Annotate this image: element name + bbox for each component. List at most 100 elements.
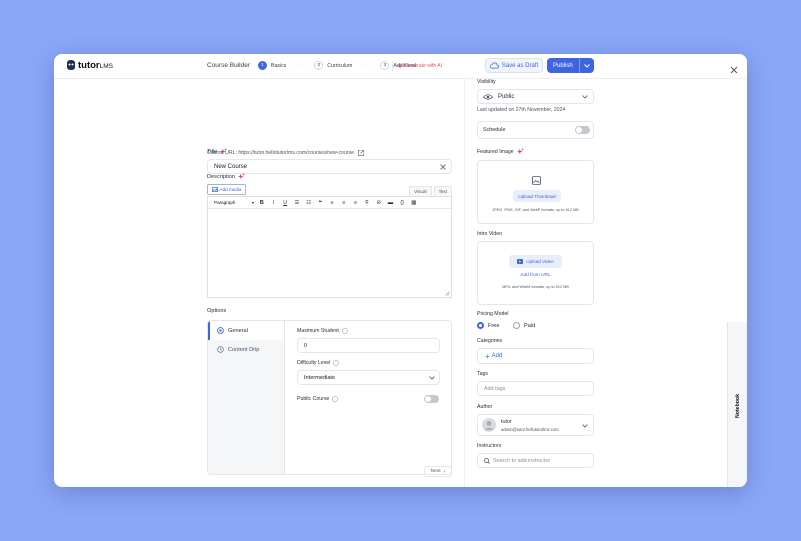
featured-image-dropzone[interactable]: Upload Thumbnail JPEG, PNG, GIF, and Web… [477,160,594,224]
instructor-search-input[interactable]: Search to add instructor [477,453,594,468]
schedule-row: Schedule [477,121,594,139]
schedule-toggle[interactable] [575,126,590,134]
close-icon[interactable] [730,61,738,79]
visibility-label: Visibility [477,79,496,85]
options-panel: General Content Drip Maximum Student 0 D… [207,320,452,475]
author-email: admin@tutor.hellotutorlms.com [501,427,559,432]
public-course-toggle[interactable] [424,395,439,403]
pricing-free-label: Free [488,322,500,329]
chevron-down-icon [582,95,588,99]
format-select[interactable]: Paragraph ▾ [212,198,256,207]
pricing-free-option[interactable]: Free [477,322,500,329]
format-value: Paragraph [214,200,236,205]
public-course-label-text: Public Course [297,396,330,402]
description-label: Description [207,173,245,180]
author-select[interactable]: tutor admin@tutor.hellotutorlms.com [477,414,594,436]
publish-button[interactable]: Publish [547,58,594,73]
upload-thumbnail-button[interactable]: Upload Thumbnail [513,190,561,202]
link-icon[interactable]: ⚲ [361,200,373,206]
publish-label: Publish [553,62,573,69]
course-builder-window: tutorLMS Course Builder 1 Basics ······ … [54,54,747,487]
clear-icon [440,164,446,170]
step-curriculum[interactable]: 2 Curriculum [314,61,352,70]
chevron-down-icon [582,424,588,428]
radio-free[interactable] [477,322,484,329]
divider [392,61,393,71]
title-input[interactable]: New Course [207,159,452,174]
editor-mode-tabs: Visual Text [409,186,452,196]
tags-input[interactable]: Add tags [477,381,594,396]
visibility-select[interactable]: Public [477,89,594,104]
clock-icon [217,346,224,353]
info-icon [332,396,339,402]
add-media-button[interactable]: Add media [207,184,246,195]
tab-general[interactable]: General [208,321,284,340]
course-url-text: Course URL: https://tutor.hellotutorlms.… [207,150,355,156]
align-center-icon[interactable]: ≡ [338,200,350,206]
max-student-label-text: Maximum Student [297,328,339,334]
max-student-value: 0 [304,342,307,349]
featured-image-label: Featured Image [477,148,524,155]
tab-content-drip[interactable]: Content Drip [208,340,284,359]
radio-paid[interactable] [513,322,520,329]
public-course-label: Public Course [297,396,339,402]
tab-text[interactable]: Text [433,186,452,196]
step-basics[interactable]: 1 Basics [258,61,286,70]
info-icon [333,360,340,366]
add-media-label: Add media [219,187,242,192]
eye-icon [483,93,493,100]
resize-handle-icon[interactable] [445,291,450,296]
step-number: 1 [258,61,267,70]
upload-video-label: Upload Video [526,259,554,264]
visibility-value: Public [498,93,515,100]
tags-label: Tags [477,371,488,377]
external-link-icon[interactable] [358,150,364,156]
last-updated: Last updated on 27th November, 2024 [477,107,566,113]
schedule-label: Schedule [483,127,506,133]
horizontal-rule-icon[interactable]: ▬ [385,200,397,206]
save-draft-button[interactable]: Save as Draft [485,58,543,73]
step-label: Basics [271,62,287,69]
max-student-input[interactable]: 0 [297,338,440,353]
gear-icon [217,327,224,334]
instructor-placeholder: Search to add instructor [493,457,551,464]
avatar [482,418,496,432]
generate-with-ai-button[interactable]: Generate with AI [392,61,442,71]
pricing-model-label: Pricing Model [477,311,509,317]
search-icon [484,457,490,464]
tutor-logo: tutorLMS [66,59,113,71]
align-right-icon[interactable]: ≡ [350,200,362,206]
tab-visual[interactable]: Visual [409,186,432,196]
add-category-button[interactable]: + Add [477,348,594,364]
next-button[interactable]: Next › [424,466,452,477]
bold-icon[interactable]: B [256,200,268,206]
step-separator: ······ [358,62,375,69]
max-student-label: Maximum Student [297,328,348,334]
tab-content-drip-label: Content Drip [228,346,260,353]
course-url: Course URL: https://tutor.hellotutorlms.… [207,150,364,156]
add-from-url-link[interactable]: Add from URL [478,273,593,278]
unlink-icon[interactable]: ⊘ [373,200,385,206]
numbered-list-icon[interactable]: ☷ [303,200,315,206]
underline-icon[interactable]: U [279,200,291,206]
editor-toolbar: Paragraph ▾ B I U ☰ ☷ ❝ ≡ ≡ ≡ ⚲ ⊘ ▬ {} ▦ [208,197,451,209]
difficulty-label-text: Difficulty Level [297,360,331,366]
title-value: New Course [214,163,248,170]
toolbar-toggle-icon[interactable]: ▦ [408,200,420,206]
step-separator: ······ [292,62,309,69]
chevron-down-icon[interactable] [580,63,594,68]
pricing-paid-option[interactable]: Paid [513,322,535,329]
ai-label: Generate with AI [405,63,442,69]
align-left-icon[interactable]: ≡ [326,200,338,206]
difficulty-select[interactable]: Intermediate [297,370,440,385]
logo-light: LMS [99,62,114,70]
upload-video-button[interactable]: Upload Video [509,255,562,268]
code-icon[interactable]: {} [396,200,408,206]
options-nav: General Content Drip [208,321,285,474]
bullet-list-icon[interactable]: ☰ [291,200,303,206]
course-basics-form: Title New Course Course URL: https://tut… [54,79,464,487]
italic-icon[interactable]: I [268,200,280,206]
notebook-tab[interactable]: Notebook [727,322,747,487]
blockquote-icon[interactable]: ❝ [314,200,326,206]
add-category-label: Add [491,353,503,359]
